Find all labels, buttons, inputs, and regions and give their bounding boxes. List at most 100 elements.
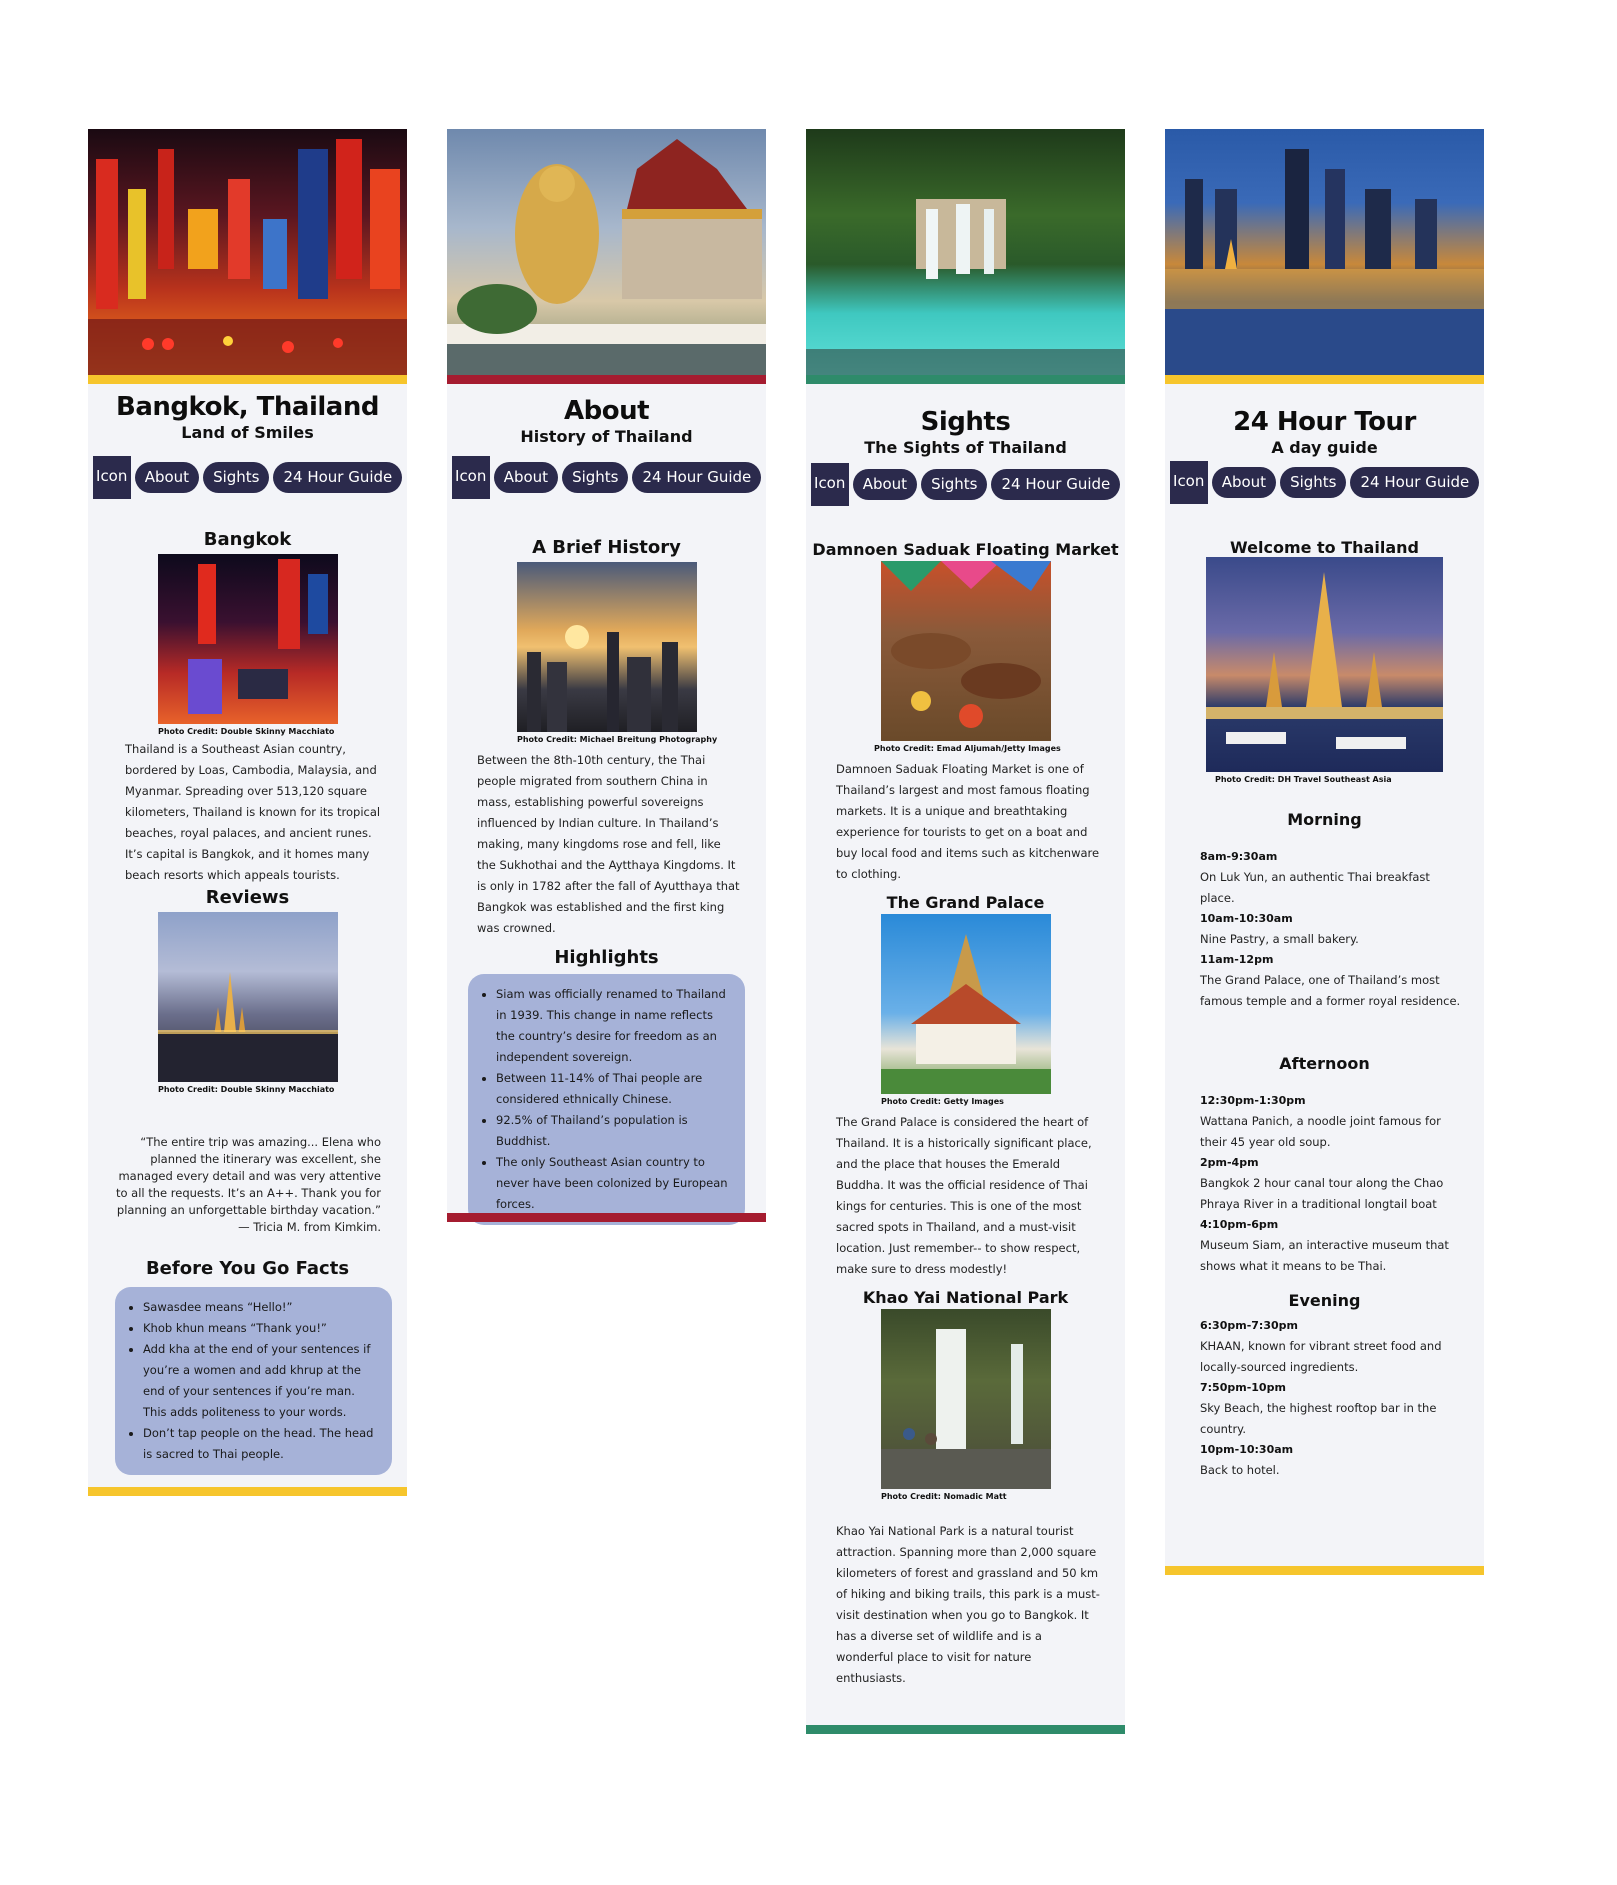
section-heading: Damnoen Saduak Floating Market [812,540,1119,559]
card-bangkok: Bangkok, Thailand Land of Smiles Icon Ab… [88,129,407,1496]
nav-guide-button[interactable]: 24 Hour Guide [273,462,403,493]
section-heading: Highlights [554,947,659,968]
schedule-desc: Wattana Panich, a noodle joint famous fo… [1200,1114,1441,1149]
section-heading: Khao Yai National Park [862,1288,1069,1307]
footer-bar [447,1213,766,1222]
photo-wat-arun-dusk [157,912,338,1082]
hero-image-buddha-temple [447,129,766,375]
market-paragraph: Damnoen Saduak Floating Market is one of… [836,762,1100,881]
page-subtitle: The Sights of Thailand [864,438,1067,457]
section-heading: Reviews [205,887,290,908]
footer-bar [1165,1566,1484,1575]
page-title: Bangkok, Thailand [116,392,379,422]
review-block: “The entire trip was amazing... Elena wh… [112,1134,381,1236]
park-paragraph: Khao Yai National Park is a natural tour… [836,1524,1100,1685]
fact-item: Don’t tap people on the head. The head i… [143,1423,382,1465]
fact-item: Sawasdee means “Hello!” [143,1297,382,1318]
page-subtitle: Land of Smiles [181,423,314,442]
nav-sights-button[interactable]: Sights [921,469,988,500]
nav-about-button[interactable]: About [493,462,559,493]
nav-guide-button[interactable]: 24 Hour Guide [1350,467,1480,498]
nav-guide-button[interactable]: 24 Hour Guide [632,462,762,493]
schedule-time: 6:30pm-7:30pm [1200,1319,1298,1332]
hero-image-waterfall [806,129,1125,375]
nav-about-button[interactable]: About [134,462,200,493]
nav-about-button[interactable]: About [852,469,918,500]
footer-bar [806,1725,1125,1734]
afternoon-schedule: 12:30pm-1:30pm Wattana Panich, a noodle … [1200,1091,1464,1277]
schedule-time: 10pm-10:30am [1200,1443,1294,1456]
highlights-box: Siam was officially renamed to Thailand … [468,974,745,1225]
section-heading: A Brief History [532,537,681,558]
section-heading: Before You Go Facts [145,1258,350,1279]
schedule-desc: Bangkok 2 hour canal tour along the Chao… [1200,1176,1444,1211]
highlight-item: The only Southeast Asian country to neve… [496,1152,735,1215]
card-tour: 24 Hour Tour A day guide Icon About Sigh… [1165,129,1484,1575]
photo-credit: Photo Credit: Getty Images [881,1097,1004,1106]
page-subtitle: History of Thailand [520,427,693,446]
photo-credit: Photo Credit: Michael Breitung Photograp… [517,735,718,744]
photo-grand-palace [880,914,1051,1094]
section-heading: The Grand Palace [886,893,1045,912]
schedule-desc: Sky Beach, the highest rooftop bar in th… [1200,1401,1437,1436]
review-quote: “The entire trip was amazing... Elena wh… [115,1135,381,1217]
accent-bar [1165,375,1484,384]
schedule-time: 10am-10:30am [1200,912,1293,925]
highlight-item: 92.5% of Thailand’s population is Buddhi… [496,1110,735,1152]
schedule-desc: KHAAN, known for vibrant street food and… [1200,1339,1442,1374]
nav-bar: Icon About Sights 24 Hour Guide [806,463,1125,506]
nav-sights-button[interactable]: Sights [1280,467,1347,498]
photo-bangkok-skyline-sunset [516,562,697,732]
photo-credit: Photo Credit: Emad Aljumah/Jetty Images [874,744,1061,753]
fact-item: Khob khun means “Thank you!” [143,1318,382,1339]
photo-floating-market [880,561,1051,741]
schedule-time: 8am-9:30am [1200,850,1278,863]
nav-guide-button[interactable]: 24 Hour Guide [991,469,1121,500]
history-paragraph: Between the 8th-10th century, the Thai p… [477,753,740,935]
card-about: About History of Thailand Icon About Sig… [447,129,766,1225]
accent-bar [806,375,1125,384]
palace-paragraph: The Grand Palace is considered the heart… [836,1115,1092,1276]
intro-paragraph: Thailand is a Southeast Asian country, b… [125,742,381,882]
nav-bar: Icon About Sights 24 Hour Guide [1165,461,1484,504]
schedule-time: 2pm-4pm [1200,1156,1259,1169]
section-heading-afternoon: Afternoon [1279,1054,1370,1073]
section-heading: Welcome to Thailand [1230,538,1419,557]
nav-icon-button[interactable]: Icon [1169,461,1208,504]
accent-bar [447,375,766,384]
hero-image-chinatown-night [88,129,407,375]
photo-credit: Photo Credit: Double Skinny Macchiato [158,727,335,736]
page-title: About [563,396,650,426]
nav-bar: Icon About Sights 24 Hour Guide [88,456,407,499]
review-author: — Tricia M. from Kimkim. [238,1220,381,1234]
hero-image-city-river-night [1165,129,1484,375]
morning-schedule: 8am-9:30am On Luk Yun, an authentic Thai… [1200,847,1464,1012]
nav-about-button[interactable]: About [1211,467,1277,498]
photo-credit: Photo Credit: Nomadic Matt [881,1492,1007,1501]
schedule-desc: On Luk Yun, an authentic Thai breakfast … [1200,870,1430,905]
photo-bangkok-street [157,554,338,724]
schedule-time: 7:50pm-10pm [1200,1381,1286,1394]
accent-bar [88,375,407,384]
schedule-desc: The Grand Palace, one of Thailand’s most… [1200,973,1461,1008]
fact-item: Add kha at the end of your sentences if … [143,1339,382,1423]
nav-sights-button[interactable]: Sights [203,462,270,493]
highlight-item: Between 11-14% of Thai people are consid… [496,1068,735,1110]
schedule-time: 12:30pm-1:30pm [1200,1094,1306,1107]
schedule-time: 11am-12pm [1200,953,1274,966]
nav-icon-button[interactable]: Icon [810,463,849,506]
photo-khao-yai-waterfall [880,1309,1051,1489]
nav-icon-button[interactable]: Icon [451,456,490,499]
facts-box: Sawasdee means “Hello!” Khob khun means … [115,1287,392,1475]
nav-icon-button[interactable]: Icon [92,456,131,499]
schedule-desc: Back to hotel. [1200,1463,1280,1477]
page-title: Sights [920,407,1011,437]
nav-sights-button[interactable]: Sights [562,462,629,493]
schedule-desc: Museum Siam, an interactive museum that … [1200,1238,1449,1273]
card-sights: Sights The Sights of Thailand Icon About… [806,129,1125,1734]
photo-wat-arun-night [1206,557,1443,772]
section-heading-morning: Morning [1287,810,1362,829]
page-subtitle: A day guide [1271,438,1378,457]
photo-credit: Photo Credit: Double Skinny Macchiato [158,1085,335,1094]
evening-schedule: 6:30pm-7:30pm KHAAN, known for vibrant s… [1200,1316,1464,1481]
